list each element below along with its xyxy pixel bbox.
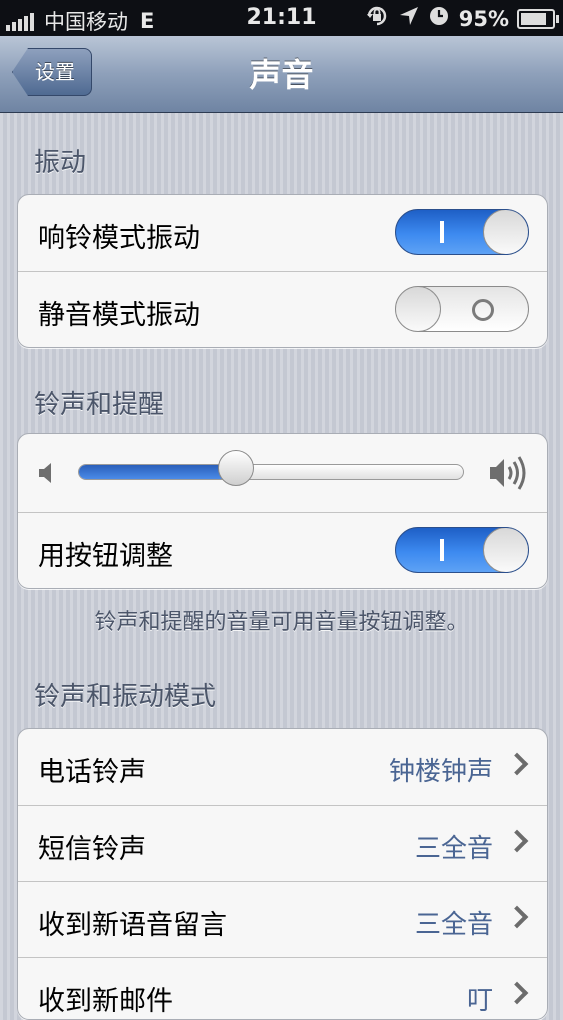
ring-vibrate-row: 响铃模式振动 [18,195,547,271]
silent-vibrate-label: 静音模式振动 [38,300,200,331]
list-item-value: 三全音 [414,834,493,864]
volume-low-icon [38,462,58,488]
volume-slider[interactable] [78,450,464,486]
toggle-knob [483,210,528,254]
volume-slider-knob[interactable] [218,450,255,486]
toggle-knob [396,287,441,331]
list-item-value: 三全音 [414,910,493,940]
volume-slider-row [18,434,547,512]
vibrate-group: 响铃模式振动 静音模式振动 [17,194,548,348]
status-right: 95% [355,5,559,32]
toggle-on-mark [440,539,444,561]
chevron-right-icon [505,981,529,1005]
chevron-right-icon [505,905,529,929]
list-item-label: 电话铃声 [38,757,146,788]
section-header-ringer: 铃声和提醒 [34,390,165,420]
list-item-new-mail[interactable]: 收到新邮件 叮 [18,957,547,1019]
clock-icon [429,6,449,31]
location-arrow-icon [399,6,419,31]
section-header-patterns: 铃声和振动模式 [34,682,217,712]
orientation-lock-icon [365,5,389,32]
change-with-buttons-label: 用按钮调整 [38,541,173,572]
toggle-knob [483,528,528,572]
list-item-ringtone[interactable]: 电话铃声 钟楼钟声 [18,729,547,805]
toggle-off-mark [472,299,494,321]
patterns-group: 电话铃声 钟楼钟声 短信铃声 三全音 收到新语音留言 三全音 收到新邮件 叮 [17,728,548,1020]
list-item-label: 收到新语音留言 [38,910,227,941]
chevron-right-icon [505,829,529,853]
silent-vibrate-row: 静音模式振动 [18,271,547,347]
ring-vibrate-toggle[interactable] [395,209,529,255]
volume-slider-fill [79,465,237,479]
ringer-group: 用按钮调整 [17,433,548,589]
ringer-footer-note: 铃声和提醒的音量可用音量按钮调整。 [94,610,469,635]
list-item-value: 叮 [466,986,493,1016]
silent-vibrate-toggle[interactable] [395,286,529,332]
list-item-value: 钟楼钟声 [388,757,493,787]
list-item-label: 收到新邮件 [38,986,173,1017]
page-title: 声音 [249,56,314,94]
change-with-buttons-toggle[interactable] [395,527,529,573]
navigation-bar: 设置 声音 [0,36,563,113]
battery-charging-icon [517,8,559,29]
battery-percent: 95% [458,6,509,31]
section-header-vibrate: 振动 [34,148,87,178]
volume-high-icon [489,456,527,494]
list-item-text-tone[interactable]: 短信铃声 三全音 [18,805,547,881]
list-item-label: 短信铃声 [38,834,146,865]
ring-vibrate-label: 响铃模式振动 [38,223,200,254]
toggle-on-mark [440,221,444,243]
status-bar: 中国移动 E 21:11 95% [0,0,563,36]
change-with-buttons-row: 用按钮调整 [18,512,547,588]
list-item-new-voicemail[interactable]: 收到新语音留言 三全音 [18,881,547,957]
chevron-right-icon [505,752,529,776]
